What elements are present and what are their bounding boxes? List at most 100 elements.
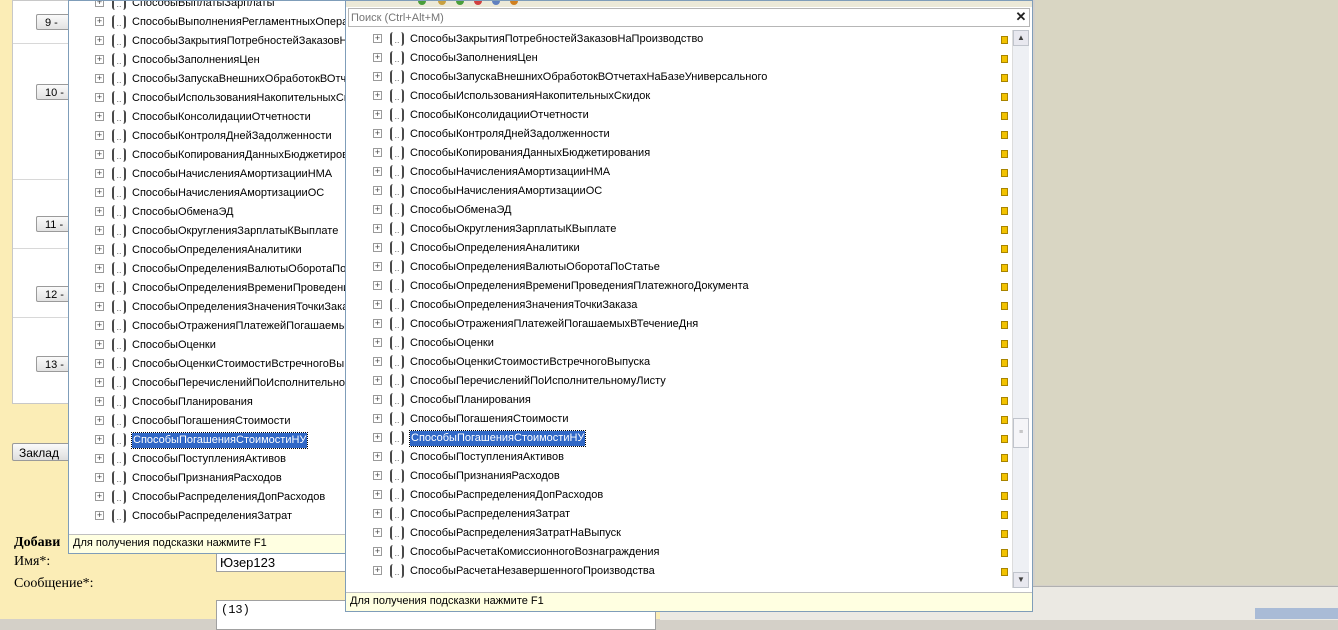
tree-row[interactable]: +.. СпособыРаспределенияЗатрат: [69, 507, 357, 526]
toolbar-icon[interactable]: [438, 1, 446, 5]
tree-row[interactable]: +.. СпособыОценки: [346, 334, 1011, 353]
tree-row[interactable]: +.. СпособыКонтроляДнейЗадолженности: [69, 127, 357, 146]
tree-row[interactable]: +.. СпособыПеречисленийПоИсполнительномуЛ…: [346, 372, 1011, 391]
toolbar-icon[interactable]: [492, 1, 500, 5]
tree-row[interactable]: +.. СпособыНачисленияАмортизацииНМА: [69, 165, 357, 184]
plus-expander-icon[interactable]: +: [373, 471, 382, 480]
tree-row[interactable]: +.. СпособыОбменаЭД: [69, 203, 357, 222]
post-number-button[interactable]: 13 -: [36, 356, 72, 372]
plus-expander-icon[interactable]: +: [95, 207, 104, 216]
tree-row[interactable]: +.. СпособыРасчетаКомиссионногоВознагражд…: [346, 543, 1011, 562]
tree-row[interactable]: +.. СпособыОпределенияЗначенияТочкиЗаказа: [346, 296, 1011, 315]
plus-expander-icon[interactable]: +: [373, 490, 382, 499]
tree-row[interactable]: +.. СпособыОкругленияЗарплатыКВыплате: [346, 220, 1011, 239]
tree-row[interactable]: +.. СпособыПризнанияРасходов: [69, 469, 357, 488]
post-number-button[interactable]: 9 -: [36, 14, 72, 30]
plus-expander-icon[interactable]: +: [95, 226, 104, 235]
tree-row[interactable]: +.. СпособыОценкиСтоимостиВстречногоВы: [69, 355, 357, 374]
object-tree-popup-back[interactable]: +.. СпособыВыплатыЗарплаты +.. СпособыВыпол…: [68, 0, 358, 554]
plus-expander-icon[interactable]: +: [95, 150, 104, 159]
tree-row[interactable]: +.. СпособыОпределенияВалютыОборотаПоС: [69, 260, 357, 279]
plus-expander-icon[interactable]: +: [95, 283, 104, 292]
plus-expander-icon[interactable]: +: [373, 528, 382, 537]
plus-expander-icon[interactable]: +: [95, 359, 104, 368]
tree-row[interactable]: +.. СпособыЗакрытияПотребностейЗаказовН: [69, 32, 357, 51]
tree-row[interactable]: +.. СпособыНачисленияАмортизацииОС: [69, 184, 357, 203]
scroll-down-button[interactable]: ▼: [1013, 572, 1029, 588]
plus-expander-icon[interactable]: +: [373, 547, 382, 556]
plus-expander-icon[interactable]: +: [95, 321, 104, 330]
tree-row[interactable]: +.. СпособыКонтроляДнейЗадолженности: [346, 125, 1011, 144]
plus-expander-icon[interactable]: +: [95, 340, 104, 349]
plus-expander-icon[interactable]: +: [373, 129, 382, 138]
tree-row[interactable]: +.. СпособыПризнанияРасходов: [346, 467, 1011, 486]
vertical-scrollbar[interactable]: ▲ ≡ ▼: [1012, 30, 1029, 588]
toolbar-icon[interactable]: [418, 1, 426, 5]
scroll-thumb[interactable]: ≡: [1013, 418, 1029, 448]
plus-expander-icon[interactable]: +: [95, 492, 104, 501]
plus-expander-icon[interactable]: +: [373, 300, 382, 309]
tree-row[interactable]: +.. СпособыПогашенияСтоимости: [346, 410, 1011, 429]
tree-row[interactable]: +.. СпособыПеречисленийПоИсполнительно: [69, 374, 357, 393]
plus-expander-icon[interactable]: +: [95, 36, 104, 45]
tree-row[interactable]: +.. СпособыЗаполненияЦен: [346, 49, 1011, 68]
plus-expander-icon[interactable]: +: [373, 243, 382, 252]
tree-row[interactable]: +.. СпособыИспользованияНакопительныхСкид…: [346, 87, 1011, 106]
tree-row[interactable]: +.. СпособыОпределенияАналитики: [69, 241, 357, 260]
tree-row[interactable]: +.. СпособыОпределенияАналитики: [346, 239, 1011, 258]
object-tree-popup-front[interactable]: ✕ +.. СпособыЗакрытияПотребностейЗаказовН…: [345, 0, 1033, 612]
plus-expander-icon[interactable]: +: [373, 319, 382, 328]
plus-expander-icon[interactable]: +: [373, 509, 382, 518]
tree-row[interactable]: +.. СпособыЗакрытияПотребностейЗаказовНаП…: [346, 30, 1011, 49]
post-number-button[interactable]: 12 -: [36, 286, 72, 302]
tree-row[interactable]: +.. СпособыРаспределенияЗатрат: [346, 505, 1011, 524]
tree-row[interactable]: +.. СпособыЗапускаВнешнихОбработокВОтчета…: [346, 68, 1011, 87]
plus-expander-icon[interactable]: +: [373, 281, 382, 290]
tree-row[interactable]: +.. СпособыПоступленияАктивов: [69, 450, 357, 469]
plus-expander-icon[interactable]: +: [373, 186, 382, 195]
tree-row[interactable]: +.. СпособыОпределенияВалютыОборотаПоСтат…: [346, 258, 1011, 277]
tree-row[interactable]: +.. СпособыОбменаЭД: [346, 201, 1011, 220]
tree-row[interactable]: +.. СпособыКонсолидацииОтчетности: [346, 106, 1011, 125]
plus-expander-icon[interactable]: +: [373, 357, 382, 366]
tree-row[interactable]: +.. СпособыОтраженияПлатежейПогашаемы: [69, 317, 357, 336]
plus-expander-icon[interactable]: +: [95, 435, 104, 444]
plus-expander-icon[interactable]: +: [95, 302, 104, 311]
plus-expander-icon[interactable]: +: [95, 473, 104, 482]
plus-expander-icon[interactable]: +: [373, 566, 382, 575]
plus-expander-icon[interactable]: +: [373, 414, 382, 423]
plus-expander-icon[interactable]: +: [95, 245, 104, 254]
plus-expander-icon[interactable]: +: [95, 74, 104, 83]
plus-expander-icon[interactable]: +: [95, 112, 104, 121]
tree-row[interactable]: +.. СпособыНачисленияАмортизацииНМА: [346, 163, 1011, 182]
plus-expander-icon[interactable]: +: [95, 17, 104, 26]
toolbar-icon[interactable]: [456, 1, 464, 5]
scroll-up-button[interactable]: ▲: [1013, 30, 1029, 46]
plus-expander-icon[interactable]: +: [95, 1, 104, 7]
plus-expander-icon[interactable]: +: [373, 338, 382, 347]
plus-expander-icon[interactable]: +: [373, 395, 382, 404]
plus-expander-icon[interactable]: +: [95, 55, 104, 64]
tree-row[interactable]: +.. СпособыКопированияДанныхБюджетировани…: [346, 144, 1011, 163]
tree-row[interactable]: +.. СпособыРаспределенияДопРасходов: [346, 486, 1011, 505]
plus-expander-icon[interactable]: +: [373, 262, 382, 271]
tree-row[interactable]: +.. СпособыВыплатыЗарплаты: [69, 1, 357, 13]
tree-row[interactable]: +.. СпособыПоступленияАктивов: [346, 448, 1011, 467]
toolbar-icon[interactable]: [474, 1, 482, 5]
tree-row[interactable]: +.. СпособыПланирования: [346, 391, 1011, 410]
plus-expander-icon[interactable]: +: [95, 511, 104, 520]
plus-expander-icon[interactable]: +: [373, 34, 382, 43]
plus-expander-icon[interactable]: +: [95, 264, 104, 273]
tree-row[interactable]: +.. СпособыОпределенияЗначенияТочкиЗака: [69, 298, 357, 317]
plus-expander-icon[interactable]: +: [373, 53, 382, 62]
plus-expander-icon[interactable]: +: [373, 72, 382, 81]
tree-row[interactable]: +.. СпособыПогашенияСтоимостиНУ: [69, 431, 357, 450]
tree-row[interactable]: +.. СпособыВыполненияРегламентныхОпера: [69, 13, 357, 32]
tree-row[interactable]: +.. СпособыПланирования: [69, 393, 357, 412]
tree-row[interactable]: +.. СпособыРаспределенияДопРасходов: [69, 488, 357, 507]
tree-row[interactable]: +.. СпособыКонсолидацииОтчетности: [69, 108, 357, 127]
plus-expander-icon[interactable]: +: [373, 376, 382, 385]
tree-row[interactable]: +.. СпособыЗаполненияЦен: [69, 51, 357, 70]
plus-expander-icon[interactable]: +: [373, 167, 382, 176]
plus-expander-icon[interactable]: +: [373, 452, 382, 461]
